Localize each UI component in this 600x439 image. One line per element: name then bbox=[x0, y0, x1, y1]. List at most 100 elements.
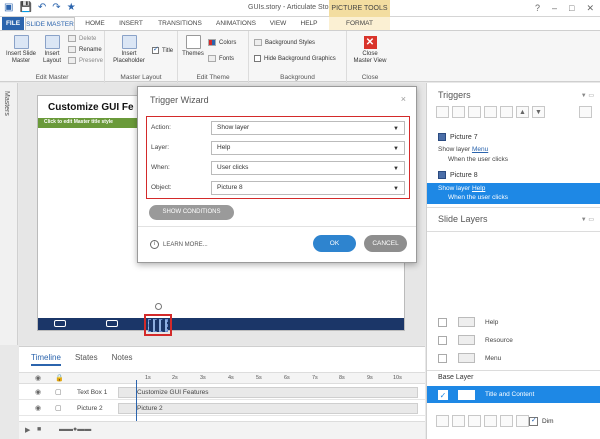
stop-icon[interactable]: ■ bbox=[37, 426, 41, 433]
tab-view[interactable]: VIEW bbox=[265, 17, 291, 30]
dialog-close-icon[interactable]: × bbox=[401, 94, 406, 104]
trigger-settings-icon[interactable] bbox=[579, 106, 592, 118]
app-icon[interactable]: ▣ bbox=[4, 2, 13, 14]
timeline-bar[interactable]: Picture 2 bbox=[118, 403, 418, 414]
rotate-handle[interactable] bbox=[155, 303, 162, 310]
timeline-footer: ▶ ■ ▬▬●▬▬ bbox=[19, 421, 425, 439]
copy-layer-icon[interactable] bbox=[484, 415, 497, 427]
close-icon[interactable]: ✕ bbox=[586, 3, 594, 14]
tab-home[interactable]: HOME bbox=[80, 17, 110, 30]
slide-title[interactable]: Customize GUI Fe bbox=[48, 102, 134, 113]
close-master-view-button[interactable]: ✕ Close Master View bbox=[349, 36, 391, 65]
edit-layer-icon[interactable] bbox=[452, 415, 465, 427]
themes-button[interactable]: Themes bbox=[181, 35, 205, 58]
hide-background-graphics-checkbox[interactable]: Hide Background Graphics bbox=[254, 55, 336, 62]
timeline-row-text-box-1[interactable]: ◉ ▢ Text Box 1 Customize GUI Features bbox=[19, 385, 425, 400]
slide-subtitle-bar[interactable]: Click to edit Master title style bbox=[38, 118, 148, 128]
layer-item-resource[interactable]: Resource bbox=[438, 334, 596, 346]
star-icon[interactable]: ★ bbox=[67, 2, 76, 14]
tab-transitions[interactable]: TRANSITIONS bbox=[152, 17, 208, 30]
action-label: Action: bbox=[151, 124, 171, 131]
background-styles-button[interactable]: Background Styles bbox=[254, 39, 315, 46]
eye-icon[interactable]: ◉ bbox=[35, 404, 41, 412]
layer-properties-icon[interactable] bbox=[516, 415, 529, 427]
tab-notes[interactable]: Notes bbox=[112, 353, 133, 366]
layer-select[interactable]: Help ▼ bbox=[211, 141, 405, 155]
lock-toggle[interactable]: ▢ bbox=[55, 404, 62, 412]
triggers-panel-menu-icon[interactable]: ▼ ▭ bbox=[581, 92, 594, 99]
insert-slide-master-button[interactable]: Insert Slide Master bbox=[3, 35, 39, 65]
timeline-row-picture-2[interactable]: ◉ ▢ Picture 2 Picture 2 bbox=[19, 401, 425, 416]
tab-timeline[interactable]: Timeline bbox=[31, 353, 61, 366]
colors-button[interactable]: Colors bbox=[208, 39, 236, 46]
rename-button[interactable]: Rename bbox=[68, 46, 102, 53]
when-select[interactable]: User clicks ▼ bbox=[211, 161, 405, 175]
layer-checkbox[interactable] bbox=[438, 353, 447, 363]
zoom-slider[interactable]: ▬▬●▬▬ bbox=[59, 426, 91, 433]
ok-button[interactable]: OK bbox=[313, 235, 356, 252]
play-icon[interactable]: ▶ bbox=[25, 426, 30, 434]
maximize-icon[interactable]: □ bbox=[569, 3, 574, 14]
lock-toggle[interactable]: ▢ bbox=[55, 388, 62, 396]
new-trigger-icon[interactable] bbox=[436, 106, 449, 118]
tick-label: 5s bbox=[256, 375, 262, 381]
tab-help[interactable]: HELP bbox=[295, 17, 323, 30]
slide-bottom-bar bbox=[38, 318, 404, 330]
layer-checkbox[interactable] bbox=[438, 317, 447, 327]
trigger-item-selected[interactable]: Show layer Help When the user clicks bbox=[427, 183, 600, 204]
preserve-button[interactable]: Preserve bbox=[68, 57, 103, 64]
tab-format[interactable]: FORMAT bbox=[329, 17, 390, 30]
trigger-item[interactable]: Show layer Menu bbox=[438, 146, 488, 153]
edit-trigger-icon[interactable] bbox=[452, 106, 465, 118]
show-conditions-button[interactable]: SHOW CONDITIONS bbox=[149, 205, 234, 220]
tab-animations[interactable]: ANIMATIONS bbox=[210, 17, 262, 30]
group-edit-master: Insert Slide Master Insert Layout Delete… bbox=[0, 31, 105, 83]
action-select[interactable]: Show layer ▼ bbox=[211, 121, 405, 135]
move-up-icon[interactable]: ▲ bbox=[516, 106, 529, 118]
menu-button-graphic[interactable] bbox=[54, 320, 66, 327]
insert-placeholder-button[interactable]: Insert Placeholder bbox=[109, 35, 149, 65]
insert-layout-button[interactable]: Insert Layout bbox=[40, 35, 64, 65]
new-layer-icon[interactable] bbox=[436, 415, 449, 427]
copy-trigger-icon[interactable] bbox=[468, 106, 481, 118]
selected-picture-8[interactable] bbox=[144, 314, 172, 336]
masters-panel-collapsed[interactable]: Masters bbox=[0, 83, 18, 345]
duplicate-layer-icon[interactable] bbox=[468, 415, 481, 427]
object-select[interactable]: Picture 8 ▼ bbox=[211, 181, 405, 195]
save-icon[interactable]: 💾 bbox=[19, 2, 31, 14]
delete-button[interactable]: Delete bbox=[68, 35, 96, 42]
redo-icon[interactable]: ↷ bbox=[52, 2, 60, 14]
eye-icon[interactable]: ◉ bbox=[35, 388, 41, 396]
move-down-icon[interactable]: ▼ bbox=[532, 106, 545, 118]
layer-item-menu[interactable]: Menu bbox=[438, 352, 596, 364]
fonts-button[interactable]: Fonts bbox=[208, 55, 234, 62]
rename-icon bbox=[68, 46, 76, 53]
close-x-icon: ✕ bbox=[363, 36, 377, 49]
eye-icon[interactable]: ◉ bbox=[35, 374, 41, 382]
help-icon[interactable]: ? bbox=[535, 3, 540, 14]
layers-panel-menu-icon[interactable]: ▼ ▭ bbox=[581, 216, 594, 223]
learn-more-link[interactable]: i LEARN MORE... bbox=[150, 240, 208, 249]
lock-icon[interactable]: 🔒 bbox=[55, 374, 64, 382]
layer-item-help[interactable]: Help bbox=[438, 316, 596, 328]
base-layer-item[interactable]: ✓ Title and Content bbox=[427, 386, 600, 403]
trigger-target-link[interactable]: Menu bbox=[472, 146, 488, 153]
trigger-target-link[interactable]: Help bbox=[472, 185, 485, 192]
ribbon: Insert Slide Master Insert Layout Delete… bbox=[0, 30, 600, 83]
tab-states[interactable]: States bbox=[75, 353, 98, 366]
cancel-button[interactable]: CANCEL bbox=[364, 235, 407, 252]
dim-checkbox[interactable]: Dim bbox=[529, 416, 554, 426]
minimize-icon[interactable]: – bbox=[552, 3, 557, 14]
delete-icon bbox=[68, 35, 76, 42]
title-checkbox[interactable]: Title bbox=[152, 45, 173, 54]
delete-trigger-icon[interactable] bbox=[500, 106, 513, 118]
timeline-bar[interactable]: Customize GUI Features bbox=[118, 387, 418, 398]
tab-insert[interactable]: INSERT bbox=[114, 17, 148, 30]
tab-file[interactable]: FILE bbox=[2, 17, 24, 30]
tab-slide-master[interactable]: SLIDE MASTER bbox=[25, 17, 75, 30]
undo-icon[interactable]: ↶ bbox=[38, 2, 46, 14]
paste-trigger-icon[interactable] bbox=[484, 106, 497, 118]
resource-button-graphic[interactable] bbox=[106, 320, 118, 327]
layer-checkbox[interactable] bbox=[438, 335, 447, 345]
delete-layer-icon[interactable] bbox=[500, 415, 513, 427]
